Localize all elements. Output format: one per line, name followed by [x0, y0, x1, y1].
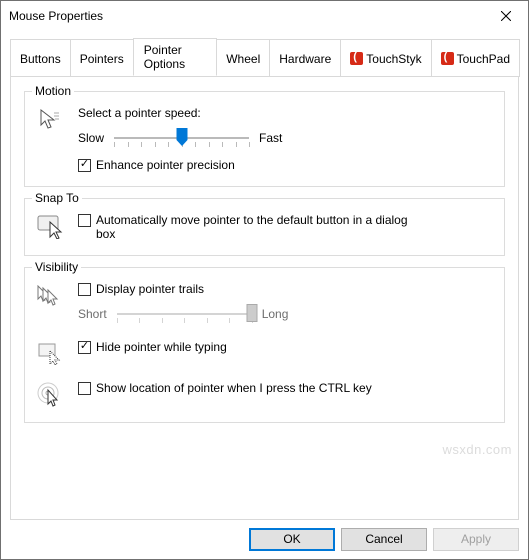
- tab-label: TouchStyk: [366, 52, 421, 66]
- snap-to-icon: [36, 213, 63, 240]
- window-title: Mouse Properties: [9, 9, 483, 23]
- tab-wheel[interactable]: Wheel: [216, 39, 270, 77]
- slow-label: Slow: [78, 131, 104, 145]
- slider-thumb: [246, 304, 257, 322]
- auto-move-label: Automatically move pointer to the defaul…: [96, 213, 426, 241]
- tab-label: Buttons: [20, 52, 61, 66]
- pointer-trails-icon: [36, 282, 63, 309]
- short-label: Short: [78, 307, 107, 321]
- synaptics-icon: [441, 52, 454, 65]
- motion-group: Motion Select a pointer speed: Slow: [24, 91, 505, 187]
- dialog-footer: OK Cancel Apply: [1, 520, 528, 559]
- close-icon: [501, 11, 511, 21]
- apply-button: Apply: [433, 528, 519, 551]
- fast-label: Fast: [259, 131, 282, 145]
- tab-label: TouchPad: [457, 52, 510, 66]
- cancel-button[interactable]: Cancel: [341, 528, 427, 551]
- ctrl-locate-icon: [36, 381, 63, 408]
- snap-to-group: Snap To Automatically move pointer to th…: [24, 198, 505, 256]
- tab-pointer-options[interactable]: Pointer Options: [133, 38, 217, 76]
- enhance-precision-checkbox[interactable]: [78, 159, 91, 172]
- tab-hardware[interactable]: Hardware: [269, 39, 341, 77]
- tab-buttons[interactable]: Buttons: [10, 39, 71, 77]
- tab-label: Pointer Options: [144, 43, 206, 71]
- cursor-speed-icon: [36, 106, 63, 133]
- long-label: Long: [262, 307, 289, 321]
- tab-touchpad[interactable]: TouchPad: [431, 39, 520, 77]
- tab-pointers[interactable]: Pointers: [70, 39, 134, 77]
- hide-typing-label: Hide pointer while typing: [96, 340, 227, 354]
- hide-typing-icon: [36, 340, 63, 367]
- pointer-trails-label: Display pointer trails: [96, 282, 204, 296]
- pointer-speed-slider[interactable]: [114, 128, 249, 148]
- tab-strip: Buttons Pointers Pointer Options Wheel H…: [10, 38, 519, 76]
- hide-typing-checkbox[interactable]: [78, 341, 91, 354]
- motion-title: Motion: [32, 84, 74, 98]
- mouse-properties-window: Mouse Properties Buttons Pointers Pointe…: [0, 0, 529, 560]
- close-button[interactable]: [483, 1, 528, 31]
- trails-length-slider: [117, 304, 252, 324]
- tab-label: Wheel: [226, 52, 260, 66]
- synaptics-icon: [350, 52, 363, 65]
- visibility-title: Visibility: [32, 260, 81, 274]
- select-speed-label: Select a pointer speed:: [78, 106, 493, 120]
- visibility-group: Visibility Display pointer trails: [24, 267, 505, 423]
- ok-button[interactable]: OK: [249, 528, 335, 551]
- enhance-precision-label: Enhance pointer precision: [96, 158, 235, 172]
- pointer-options-panel: Motion Select a pointer speed: Slow: [10, 76, 519, 520]
- ctrl-locate-checkbox[interactable]: [78, 382, 91, 395]
- pointer-trails-checkbox[interactable]: [78, 283, 91, 296]
- auto-move-checkbox[interactable]: [78, 214, 91, 227]
- tab-touchstyk[interactable]: TouchStyk: [340, 39, 431, 77]
- content-area: Buttons Pointers Pointer Options Wheel H…: [1, 31, 528, 520]
- slider-thumb[interactable]: [176, 128, 187, 146]
- ctrl-locate-label: Show location of pointer when I press th…: [96, 381, 372, 395]
- snap-to-title: Snap To: [32, 191, 82, 205]
- titlebar: Mouse Properties: [1, 1, 528, 31]
- watermark: wsxdn.com: [442, 442, 512, 457]
- tab-label: Pointers: [80, 52, 124, 66]
- tab-label: Hardware: [279, 52, 331, 66]
